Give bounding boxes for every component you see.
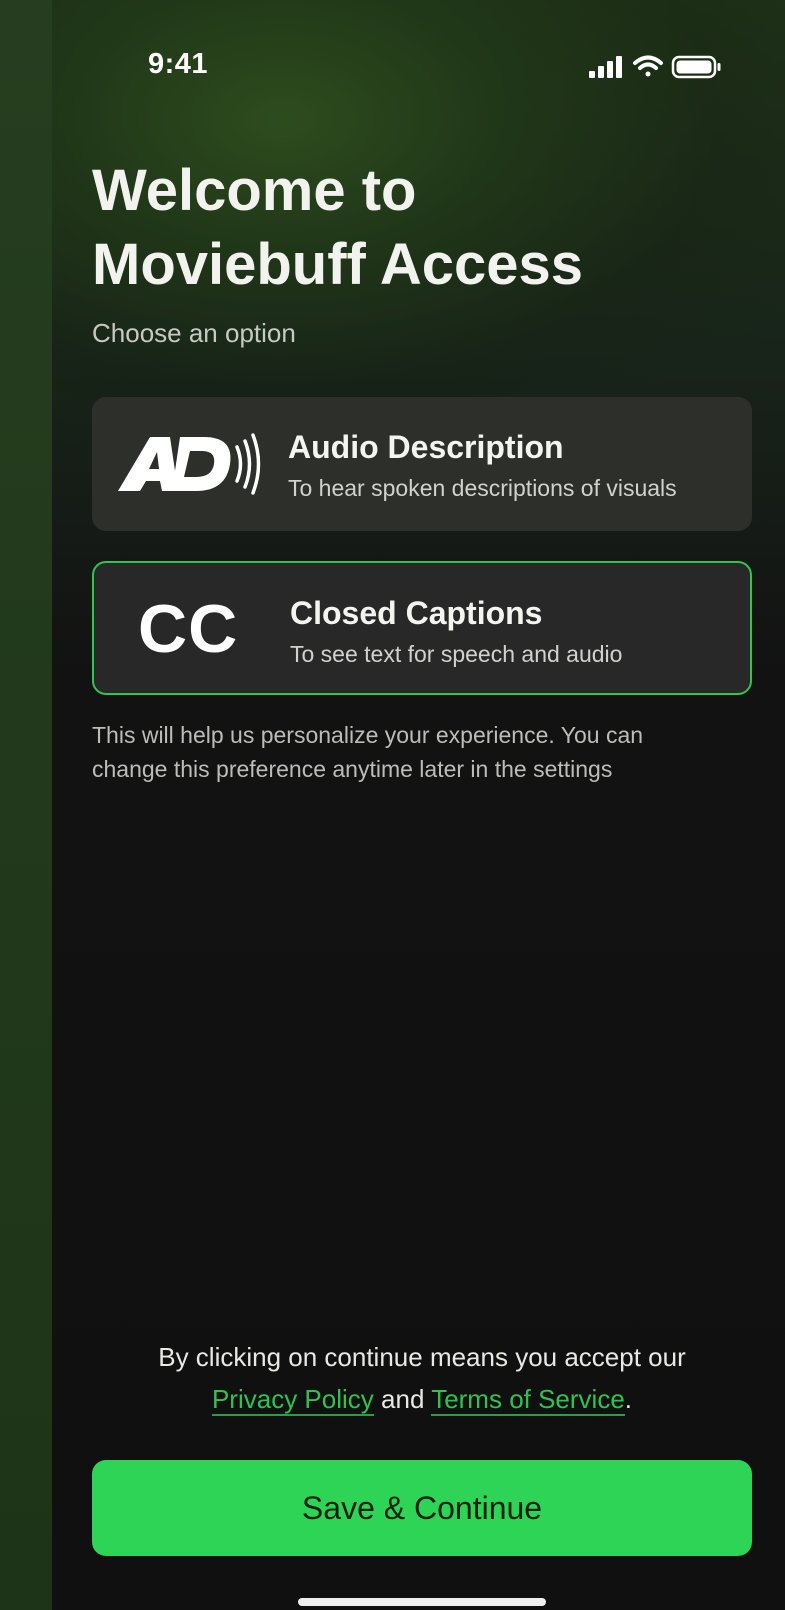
privacy-policy-link[interactable]: Privacy Policy: [211, 1384, 374, 1416]
wifi-icon: [633, 55, 663, 77]
signal-icon: [589, 56, 622, 78]
status-bar: 9:41: [52, 40, 785, 90]
side-background: [0, 0, 52, 1610]
battery-icon: [671, 55, 721, 79]
title-line-1: Welcome to: [92, 158, 417, 223]
title-line-2: Moviebuff Access: [92, 232, 583, 297]
option-description: To see text for speech and audio: [290, 641, 623, 667]
helper-line-1: This will help us personalize your exper…: [92, 722, 644, 748]
status-time: 9:41: [148, 48, 209, 80]
closed-captions-icon: CC: [138, 591, 239, 667]
helper-line-2: change this preference anytime later in …: [92, 756, 613, 782]
helper-text: This will help us personalize your exper…: [92, 718, 742, 786]
option-title: Closed Captions: [290, 595, 543, 631]
legal-notice: By clicking on continue means you accept…: [92, 1336, 752, 1420]
option-description: To hear spoken descriptions of visuals: [288, 475, 677, 501]
save-continue-button[interactable]: Save & Continue: [92, 1460, 752, 1556]
status-icons: [589, 55, 721, 79]
legal-line-1: By clicking on continue means you accept…: [158, 1342, 686, 1372]
page-subtitle: Choose an option: [92, 318, 296, 348]
option-title: Audio Description: [288, 429, 564, 465]
page-title: Welcome to Moviebuff Access: [92, 154, 732, 302]
legal-conjunction: and: [381, 1384, 425, 1414]
terms-of-service-link[interactable]: Terms of Service: [431, 1384, 625, 1416]
home-indicator: [298, 1598, 546, 1606]
option-audio-description[interactable]: Audio Description To hear spoken descrip…: [92, 397, 752, 531]
legal-end: .: [624, 1384, 633, 1414]
audio-description-icon: [118, 433, 261, 495]
option-closed-captions[interactable]: CC Closed Captions To see text for speec…: [92, 561, 752, 695]
